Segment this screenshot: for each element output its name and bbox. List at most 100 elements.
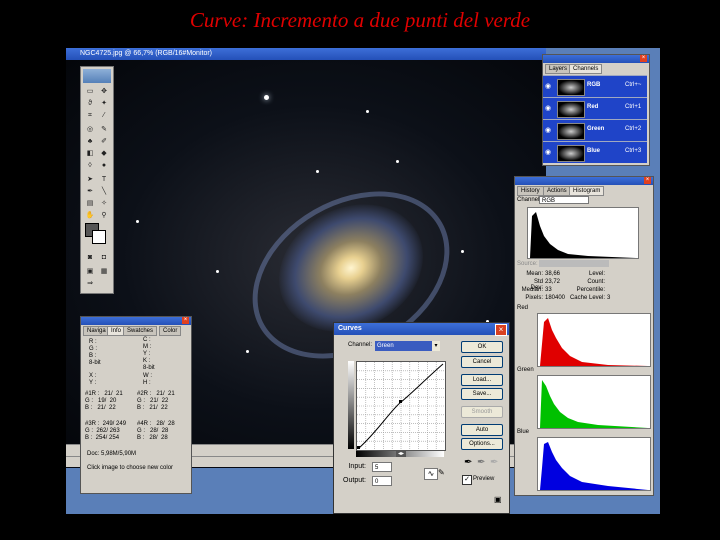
resize-dialog-icon[interactable]: ▣ [494, 495, 502, 504]
level-label: Level: [588, 271, 605, 277]
chevron-down-icon[interactable]: ▾ [432, 341, 440, 351]
line-tool-icon[interactable]: ╲ [98, 187, 110, 197]
options-button[interactable]: Options... [461, 438, 503, 450]
tab-histogram[interactable]: Histogram [569, 186, 605, 196]
blue-histogram [537, 437, 651, 491]
info-cmyk-readout: C : M : Y : K : 8-bit [143, 337, 155, 371]
path-select-icon[interactable]: ➤ [84, 175, 96, 185]
marquee-tool-icon[interactable]: ▭ [84, 87, 96, 97]
hand-tool-icon[interactable]: ✋ [84, 211, 96, 221]
channel-name: RGB [587, 82, 601, 88]
close-icon[interactable]: × [182, 317, 189, 324]
tab-channels[interactable]: Channels [569, 64, 603, 74]
red-histogram-label: Red [517, 305, 529, 311]
close-icon[interactable]: × [495, 324, 507, 336]
type-tool-icon[interactable]: T [98, 175, 110, 185]
expand-icon[interactable]: ◂▸ [396, 451, 406, 457]
black-eyedropper-icon[interactable]: ✒ [464, 457, 472, 468]
palette-titlebar[interactable] [543, 55, 649, 63]
curve-point-black[interactable] [357, 446, 360, 449]
close-icon[interactable]: × [644, 177, 651, 184]
screen-mode-icon[interactable]: ▣ [84, 267, 96, 277]
curves-channel-select[interactable]: Green [375, 341, 439, 351]
percentile-label: Percentile: [576, 287, 605, 293]
cancel-button[interactable]: Cancel [461, 356, 503, 368]
ok-button[interactable]: OK [461, 341, 503, 353]
blur-tool-icon[interactable]: ◊ [84, 161, 96, 171]
healing-brush-icon[interactable]: ◎ [84, 125, 96, 135]
eraser-tool-icon[interactable]: ◧ [84, 149, 96, 159]
quick-mask-icon[interactable]: ◙ [84, 253, 96, 263]
eyedropper-tool-icon[interactable]: ✧ [98, 199, 110, 209]
channel-row-red[interactable]: ◉ Red Ctrl+1 [543, 97, 647, 119]
curves-dialog-title[interactable]: Curves [334, 323, 509, 335]
info-hint: Click image to choose new color [87, 465, 174, 471]
channel-select[interactable]: RGB [539, 196, 589, 204]
pencil-mode-icon[interactable]: ✎ [438, 468, 445, 477]
eye-icon[interactable]: ◉ [545, 148, 553, 156]
channel-row-rgb[interactable]: ◉ RGB Ctrl+~ [543, 75, 647, 97]
slice-tool-icon[interactable]: ⁄ [98, 111, 110, 121]
stamp-tool-icon[interactable]: ♣ [84, 137, 96, 147]
eye-icon[interactable]: ◉ [545, 104, 553, 112]
move-tool-icon[interactable]: ✥ [98, 87, 110, 97]
eye-icon[interactable]: ◉ [545, 126, 553, 134]
jump-to-imageready-icon[interactable]: ⇒ [84, 279, 96, 289]
brush-tool-icon[interactable]: ✎ [98, 125, 110, 135]
tab-navigator[interactable]: Naviga [83, 326, 110, 336]
pen-tool-icon[interactable]: ✒ [84, 187, 96, 197]
lasso-tool-icon[interactable]: ϑ [84, 99, 96, 109]
full-screen-mode-icon[interactable]: ▦ [98, 267, 110, 277]
crop-tool-icon[interactable]: ⌗ [84, 111, 96, 121]
quick-mask-on-icon[interactable]: ◘ [98, 253, 110, 263]
dodge-tool-icon[interactable]: ● [98, 161, 110, 171]
eye-icon[interactable]: ◉ [545, 82, 553, 90]
white-eyedropper-icon[interactable]: ✒ [490, 457, 498, 468]
tab-color[interactable]: Color [159, 326, 182, 336]
blue-histogram-label: Blue [517, 429, 530, 435]
channel-thumbnail [557, 79, 585, 96]
channel-shortcut: Ctrl+1 [625, 104, 642, 110]
image-window-title[interactable]: NGC4725.jpg @ 66,7% (RGB/16#Monitor) [66, 48, 546, 60]
channel-row-green[interactable]: ◉ Green Ctrl+2 [543, 119, 647, 141]
smooth-button[interactable]: Smooth [461, 406, 503, 418]
palette-titlebar[interactable] [81, 317, 191, 325]
channel-row-blue[interactable]: ◉ Blue Ctrl+3 [543, 141, 647, 163]
auto-button[interactable]: Auto [461, 424, 503, 436]
curve-mode-icon[interactable]: ∿ [424, 468, 438, 480]
close-icon[interactable]: × [640, 55, 647, 62]
source-select[interactable] [539, 260, 609, 267]
channels-palette: × Layers Channels ◉ RGB Ctrl+~ ◉ Red Ctr… [542, 54, 650, 166]
background-color-swatch[interactable] [92, 230, 106, 244]
channel-name: Red [587, 104, 599, 110]
tab-swatches[interactable]: Swatches [123, 326, 158, 336]
photoshop-logo-icon [83, 69, 111, 83]
history-brush-icon[interactable]: ✐ [98, 137, 110, 147]
palette-titlebar[interactable] [515, 177, 653, 185]
tab-history[interactable]: History [517, 186, 544, 196]
color-sampler-3: #3R : 249/ 249 G : 262/ 263 B : 254/ 254 [85, 421, 127, 441]
gray-eyedropper-icon[interactable]: ✒ [477, 457, 485, 468]
star [136, 220, 139, 223]
input-field[interactable]: 5 [372, 462, 392, 472]
save-button[interactable]: Save... [461, 388, 503, 400]
zoom-tool-icon[interactable]: ⚲ [98, 211, 110, 221]
cache-value: 3 [607, 295, 611, 301]
green-histogram-label: Green [517, 367, 534, 373]
preview-checkbox[interactable]: ✓ [462, 475, 472, 485]
curve-graph[interactable] [357, 362, 445, 450]
blue-histogram-graph [540, 442, 648, 490]
rgb-histogram [527, 207, 639, 259]
curve-point-mid[interactable] [399, 400, 402, 403]
paint-bucket-icon[interactable]: ◆ [98, 149, 110, 159]
tab-actions[interactable]: Actions [543, 186, 571, 196]
output-label: Output: [343, 477, 366, 484]
curve-grid[interactable] [356, 361, 446, 451]
channel-thumbnail [557, 145, 585, 162]
notes-tool-icon[interactable]: ▤ [84, 199, 96, 209]
output-field[interactable]: 0 [372, 476, 392, 486]
tab-layers[interactable]: Layers [545, 64, 572, 74]
magic-wand-tool-icon[interactable]: ✦ [98, 99, 110, 109]
star [246, 350, 249, 353]
load-button[interactable]: Load... [461, 374, 503, 386]
